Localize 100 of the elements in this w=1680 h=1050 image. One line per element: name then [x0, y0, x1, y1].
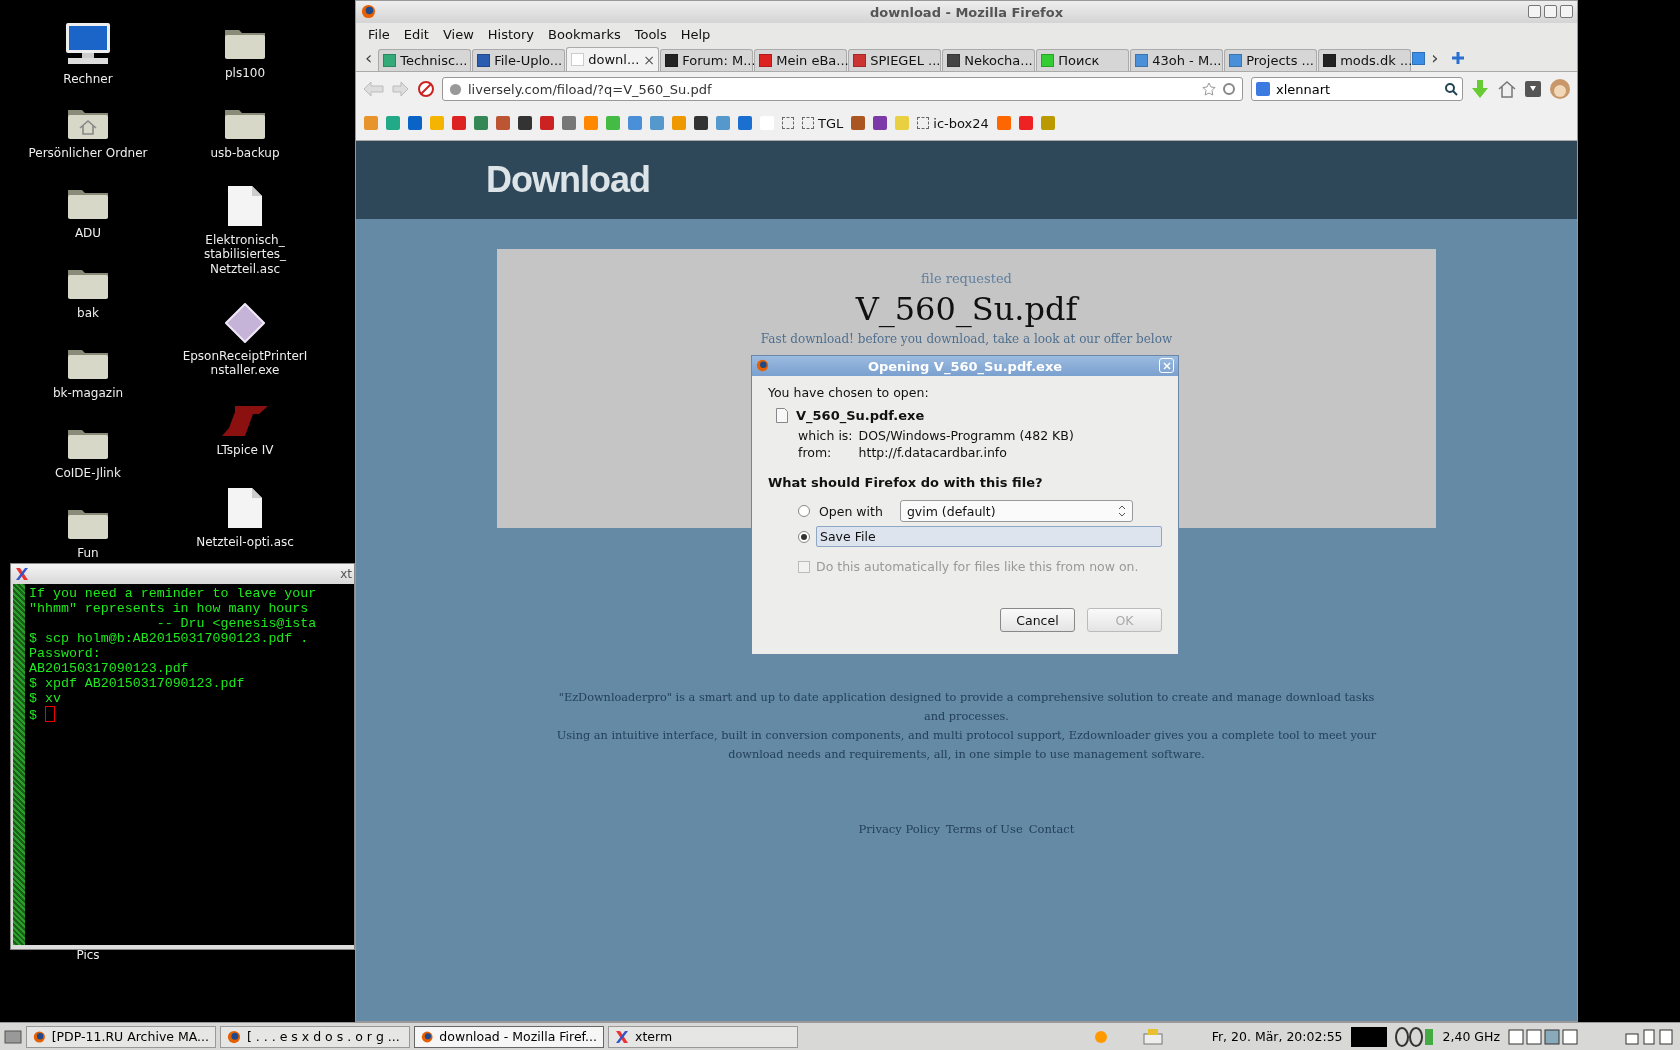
- bookmark-item[interactable]: TGL: [802, 115, 844, 131]
- menu-item[interactable]: Edit: [397, 24, 435, 44]
- browser-tab[interactable]: downl... ×: [566, 47, 660, 71]
- dialog-title: Opening V_560_Su.pdf.exe: [867, 358, 1063, 374]
- minimize-button[interactable]: [1528, 5, 1541, 18]
- forward-icon[interactable]: [392, 81, 410, 97]
- google-icon: [1256, 82, 1270, 96]
- description-paragraph: Using an intuitive interface, built in conversion components, and multi protocol support, Ezdownloader gives you a complete tool to meet your download needs and requirements, all, in one simple to use management software.: [555, 728, 1378, 763]
- radio-button[interactable]: [798, 505, 810, 517]
- desktop-icon-label[interactable]: Netzteil-opti.asc: [196, 535, 294, 550]
- bookmark-icon[interactable]: [996, 116, 1011, 130]
- option-label[interactable]: Open with: [816, 501, 886, 521]
- browser-tab[interactable]: Projects ...: [1224, 49, 1318, 71]
- terminal-line: $ xv: [29, 691, 62, 706]
- bookmark-icon[interactable]: [782, 117, 794, 129]
- menu-item[interactable]: View: [436, 24, 480, 44]
- page-title: Download: [486, 159, 650, 201]
- menu-item[interactable]: History: [481, 24, 541, 44]
- browser-tab[interactable]: SPIEGEL ...: [848, 49, 942, 71]
- address-bar[interactable]: liversely.com/fiload/?q=V_560_Su.pdf: [442, 77, 1243, 101]
- radio-button[interactable]: [798, 530, 810, 543]
- desktop-icon-label[interactable]: EpsonReceiptPrinterI nstaller.exe: [175, 349, 315, 378]
- bookmark-icon[interactable]: [873, 116, 888, 130]
- favicon-icon: [1135, 54, 1149, 67]
- bookmark-icon[interactable]: [851, 116, 866, 130]
- x-logo-icon: [15, 567, 29, 581]
- browser-tab[interactable]: Nekocha...: [942, 49, 1036, 71]
- text-cursor: [45, 706, 55, 722]
- desktop-icon-label[interactable]: Rechner: [63, 72, 113, 87]
- tab-scroll-left-button[interactable]: ‹: [360, 48, 378, 68]
- window-title: xt: [340, 567, 352, 581]
- x-logo-icon: [615, 1029, 629, 1044]
- download-arrow-icon[interactable]: [1471, 79, 1489, 99]
- option-label[interactable]: Save File: [816, 526, 1162, 547]
- terminal-line: AB20150317090123.pdf: [29, 661, 190, 676]
- addon-icon[interactable]: [418, 81, 434, 97]
- bookmark-icon[interactable]: [1018, 116, 1033, 130]
- description-paragraph: "EzDownloaderpro" is a smart and up to date application designed to provide a comprehensive solution to create and manage download tasks and processes.: [557, 690, 1376, 725]
- desktop-icon-label[interactable]: CoIDE-Jlink: [55, 466, 121, 481]
- favicon-icon: [1412, 51, 1426, 65]
- star-icon[interactable]: [1202, 82, 1216, 96]
- desktop-icon-label[interactable]: Pics: [13, 948, 163, 962]
- desktop-icon-label[interactable]: Persönlicher Ordner: [28, 146, 148, 161]
- terminal-line: -- Dru <genesis@ista: [155, 616, 317, 631]
- close-button[interactable]: [1560, 5, 1573, 18]
- browser-tab[interactable]: File-Uplo...: [472, 49, 566, 71]
- browser-tab[interactable]: 43oh - M...: [1130, 49, 1224, 71]
- tab-scroll-right-button[interactable]: ›: [1426, 48, 1444, 68]
- desktop-icon-label[interactable]: ADU: [74, 226, 102, 241]
- taskbar-button[interactable]: [ . . . e s x d o s . o r g ...: [220, 1025, 410, 1048]
- desktop-icon-label[interactable]: pls100: [224, 66, 266, 81]
- browser-tab[interactable]: Поиск: [1036, 49, 1130, 71]
- firefox-icon: [756, 359, 769, 372]
- taskbar-button[interactable]: download - Mozilla Firef...: [414, 1025, 604, 1048]
- terminal-line: $ xpdf AB20150317090123.pdf: [29, 676, 246, 691]
- menu-icon[interactable]: [4, 1027, 22, 1046]
- firefox-icon: [421, 1029, 434, 1044]
- taskbar-button[interactable]: [PDP-11.RU Archive MA...: [26, 1025, 216, 1048]
- downloads-icon[interactable]: [1525, 81, 1541, 97]
- taskbar-button[interactable]: xterm: [608, 1025, 798, 1048]
- menu-item[interactable]: Bookmarks: [542, 24, 627, 44]
- firefox-icon: [33, 1029, 46, 1044]
- memory-icon: [1394, 1026, 1435, 1047]
- desktop-icon-label[interactable]: Fun: [77, 546, 99, 561]
- application-dropdown[interactable]: gvim (default): [899, 500, 1133, 522]
- printer-icon[interactable]: [1141, 1027, 1164, 1046]
- search-icon[interactable]: [1444, 82, 1458, 96]
- new-tab-icon[interactable]: [1452, 52, 1465, 64]
- favicon-icon: [947, 54, 961, 67]
- home-icon[interactable]: [1497, 80, 1517, 98]
- desktop-icon-label[interactable]: Elektronisch_ stabilisiertes_ Netzteil.asc: [175, 233, 315, 277]
- desktop-icon-label[interactable]: bak: [77, 306, 99, 321]
- desktop-icon-label[interactable]: usb-backup: [210, 146, 280, 161]
- menu-item[interactable]: Tools: [628, 24, 673, 44]
- desktop-icon-label[interactable]: LTspice IV: [216, 443, 274, 458]
- document-icon: [776, 408, 788, 423]
- maximize-button[interactable]: [1544, 5, 1557, 18]
- browser-tab[interactable]: Forum: M...: [660, 49, 754, 71]
- terminal-line: "hhmm" represents in how many hours: [29, 601, 310, 616]
- search-field[interactable]: xlennart: [1251, 77, 1463, 101]
- browser-tab[interactable]: Mein eBa...: [754, 49, 848, 71]
- dialog-button[interactable]: Cancel: [1000, 608, 1075, 632]
- scrollbar[interactable]: [13, 584, 25, 945]
- tab-close-button[interactable]: ×: [643, 51, 656, 68]
- browser-tab[interactable]: Technisc...: [378, 49, 472, 71]
- computer-icon: [64, 22, 112, 66]
- bookmark-item[interactable]: ic-box24: [917, 115, 989, 131]
- desktop-icon-label[interactable]: bk-magazin: [52, 386, 124, 401]
- favicon-icon: [1323, 54, 1337, 67]
- clock: Fr, 20. Mär, 20:02:55: [1211, 1029, 1343, 1044]
- source-url: http://f.datacardbar.info: [858, 444, 1008, 461]
- reload-icon[interactable]: [1222, 82, 1236, 96]
- window-title: download - Mozilla Firefox: [869, 4, 1064, 20]
- browser-tab[interactable]: mods.dk ...: [1318, 49, 1412, 71]
- terminal-line: $ scp holm@b:AB20150317090123.pdf .: [29, 631, 310, 646]
- menu-item[interactable]: File: [362, 24, 396, 44]
- menu-item[interactable]: Help: [674, 24, 717, 44]
- terminal-line: If you need a reminder to leave your: [29, 586, 317, 601]
- back-icon[interactable]: [362, 81, 384, 97]
- installer-icon: [225, 303, 265, 343]
